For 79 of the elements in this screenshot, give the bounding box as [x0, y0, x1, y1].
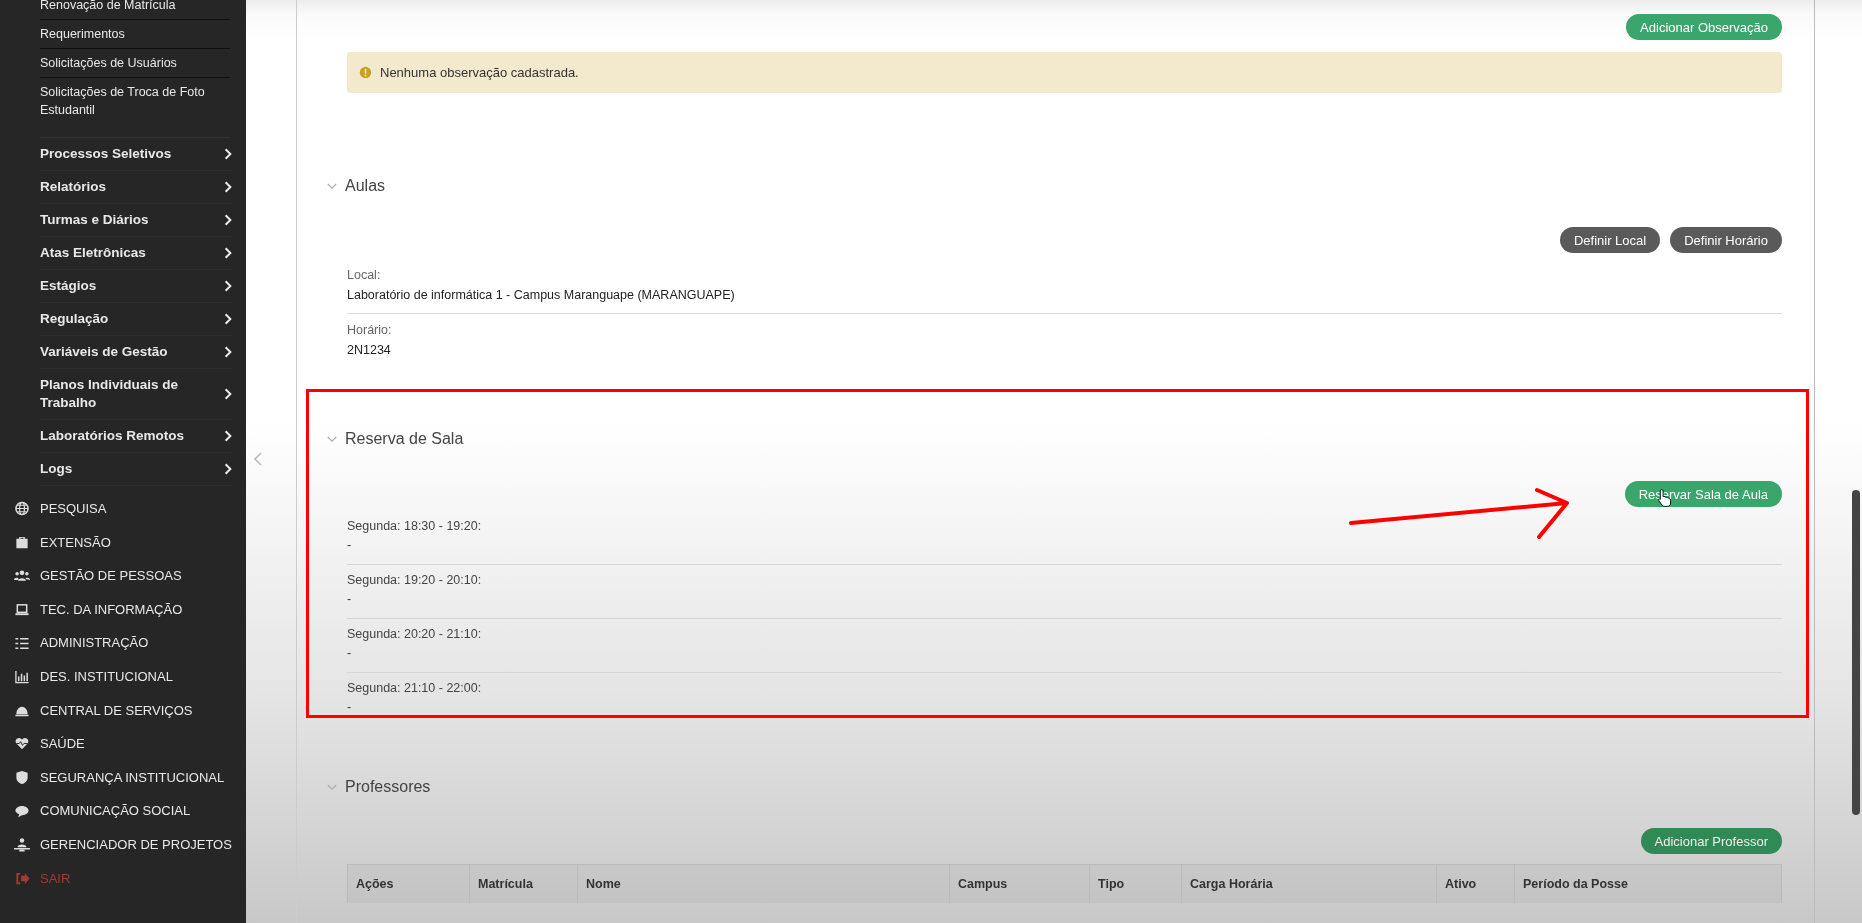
users-icon	[14, 568, 30, 584]
exit-icon	[14, 870, 30, 886]
define-button[interactable]: Definir Horário	[1670, 227, 1782, 253]
field-label: Local:	[347, 267, 382, 284]
chevron-right-icon	[224, 280, 232, 292]
module-menu-item[interactable]: SAÚDE	[0, 727, 246, 761]
field-value: 2N1234	[347, 342, 392, 359]
chevron-right-icon	[224, 388, 232, 400]
module-menu-item[interactable]: DES. INSTITUCIONAL	[0, 659, 246, 694]
slot-label: Segunda: 20:20 - 21:10:	[347, 626, 483, 643]
chevron-right-icon	[224, 346, 232, 358]
chevron-down-icon[interactable]	[327, 182, 337, 190]
warning-icon	[359, 66, 372, 79]
chevron-right-icon	[224, 430, 232, 442]
column-header: Carga Horária	[1182, 865, 1437, 903]
speech-bubble-icon	[14, 803, 30, 819]
section-title: Professores	[345, 778, 431, 796]
submenu-link[interactable]: Solicitações de Troca de Foto Estudantil	[40, 78, 230, 138]
chevron-down-icon[interactable]	[327, 783, 337, 791]
module-menu-item[interactable]: SEGURANÇA INSTITUCIONAL	[0, 760, 246, 795]
slot-value: -	[347, 699, 353, 716]
menu-item[interactable]: Planos Individuais de Trabalho	[40, 369, 232, 420]
module-menu-item[interactable]: ADMINISTRAÇÃO	[0, 626, 246, 660]
column-header: Campus	[950, 865, 1090, 903]
menu-item[interactable]: Processos Seletivos	[40, 138, 232, 171]
chevron-right-icon	[224, 148, 232, 160]
slot-value: -	[347, 537, 353, 554]
notice-text: Nenhuma observação cadastrada.	[380, 65, 579, 80]
heart-icon	[14, 736, 30, 752]
menu-item[interactable]: Variáveis de Gestão	[40, 336, 232, 369]
column-header: Período da Posse	[1522, 876, 1629, 893]
module-menu-item[interactable]: CENTRAL DE SERVIÇOS	[0, 693, 246, 728]
shield-icon	[14, 770, 30, 786]
scrollbar-thumb[interactable]	[1852, 490, 1860, 815]
module-menu-item[interactable]: EXTENSÃO	[0, 525, 246, 560]
slot-value: -	[347, 591, 353, 608]
field-value: Laboratório de informática 1 - Campus Maranguape (MARANGUAPE)	[347, 287, 736, 304]
menu-item[interactable]: Regulação	[40, 303, 232, 336]
globe-icon	[14, 501, 30, 517]
briefcase-icon	[14, 534, 30, 550]
submenu-link[interactable]: Solicitações de Usuários	[40, 49, 230, 78]
column-header: Nome	[578, 865, 950, 903]
menu-item[interactable]: Atas Eletrônicas	[40, 237, 232, 270]
module-menu-item[interactable]: GERENCIADOR DE PROJETOS	[0, 827, 246, 862]
column-header: Ativo	[1437, 865, 1515, 903]
field-label: Horário:	[347, 322, 393, 339]
add-professor-button[interactable]: Adicionar Professor	[1640, 828, 1782, 854]
slot-label: Segunda: 21:10 - 22:00:	[347, 680, 483, 697]
module-menu-item[interactable]: PESQUISA	[0, 492, 246, 526]
column-header: Ações	[348, 865, 470, 903]
chevron-right-icon	[224, 214, 232, 226]
chevron-right-icon	[224, 463, 232, 475]
slot-label: Segunda: 18:30 - 19:20:	[347, 518, 483, 535]
collapse-sidebar-icon[interactable]	[254, 451, 262, 466]
slot-label: Segunda: 19:20 - 20:10:	[347, 572, 483, 589]
column-header: Matrícula	[470, 865, 578, 903]
chevron-right-icon	[224, 313, 232, 325]
menu-item[interactable]: Relatórios	[40, 171, 232, 204]
chevron-right-icon	[224, 247, 232, 259]
menu-item[interactable]: Laboratórios Remotos	[40, 420, 232, 453]
define-button[interactable]: Definir Local	[1559, 227, 1661, 253]
module-menu-item[interactable]: GESTÃO DE PESSOAS	[0, 559, 246, 593]
chevron-down-icon[interactable]	[327, 435, 337, 443]
section-title: Aulas	[345, 177, 386, 195]
column-header: Tipo	[1090, 865, 1182, 903]
module-menu-item[interactable]: TEC. DA INFORMAÇÃO	[0, 592, 246, 627]
chevron-right-icon	[224, 181, 232, 193]
bar-chart-icon	[14, 669, 30, 685]
slot-value: -	[347, 645, 353, 662]
menu-item[interactable]: Turmas e Diários	[40, 204, 232, 237]
laptop-icon	[14, 602, 30, 618]
section-title: Reserva de Sala	[345, 430, 464, 448]
menu-item[interactable]: Estágios	[40, 270, 232, 303]
submenu-link[interactable]: Renovação de Matrícula	[40, 0, 230, 20]
list-icon	[14, 635, 30, 651]
module-menu-item[interactable]: COMUNICAÇÃO SOCIAL	[0, 794, 246, 828]
submenu-link[interactable]: Requerimentos	[40, 20, 230, 49]
menu-item[interactable]: Logs	[40, 453, 232, 486]
presenter-icon	[14, 837, 30, 853]
